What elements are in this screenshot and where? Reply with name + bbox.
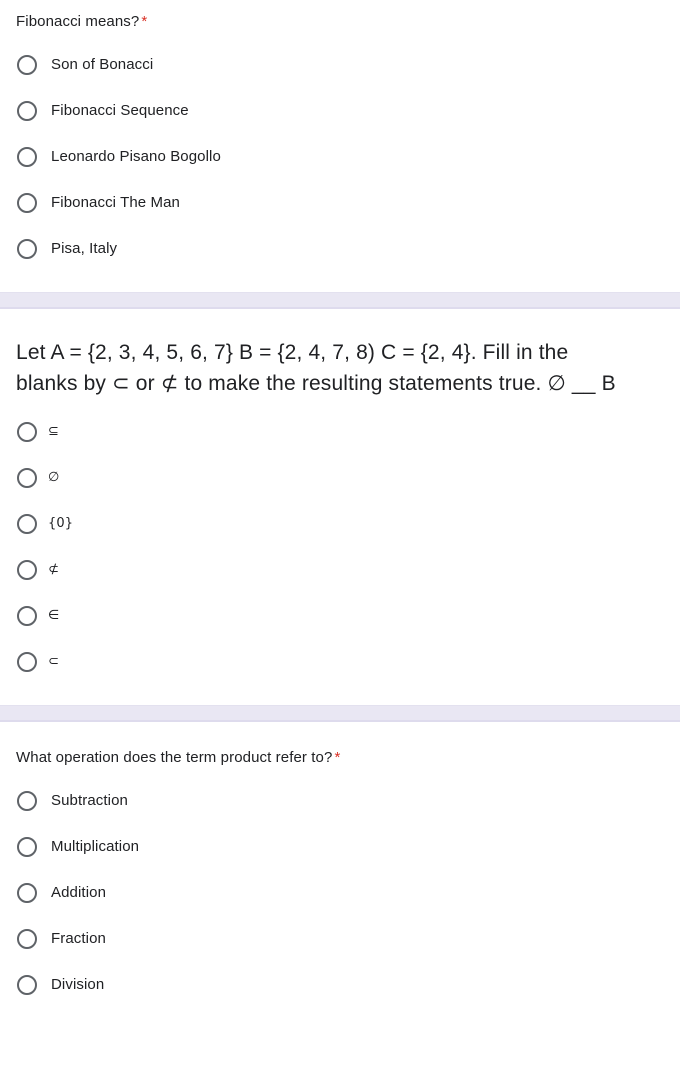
options-list: Subtraction Multiplication Addition Frac… <box>16 770 664 1008</box>
question-title: What operation does the term product ref… <box>16 736 664 770</box>
option-row[interactable]: Addition <box>16 870 664 916</box>
option-row[interactable]: Pisa, Italy <box>16 226 664 272</box>
question-title-line-1: Let A = {2, 3, 4, 5, 6, 7} B = {2, 4, 7,… <box>16 341 569 364</box>
question-title-line-2: blanks by ⊂ or ⊄ to make the resulting s… <box>16 372 616 395</box>
radio-button-icon[interactable] <box>17 652 37 672</box>
radio-button-icon[interactable] <box>17 193 37 213</box>
radio-button-icon[interactable] <box>17 560 37 580</box>
question-title: Let A = {2, 3, 4, 5, 6, 7} B = {2, 4, 7,… <box>16 323 664 401</box>
option-label: Pisa, Italy <box>51 240 118 257</box>
option-row[interactable]: Fibonacci The Man <box>16 180 664 226</box>
section-divider <box>0 705 680 722</box>
radio-button-icon[interactable] <box>17 929 37 949</box>
option-label: Multiplication <box>51 838 140 855</box>
required-asterisk: * <box>141 13 148 30</box>
radio-button-icon[interactable] <box>17 975 37 995</box>
option-label: ⊆ <box>48 424 59 439</box>
question-title: Fibonacci means? * <box>16 0 664 34</box>
question-block-set-subset-blanks: Let A = {2, 3, 4, 5, 6, 7} B = {2, 4, 7,… <box>0 323 680 685</box>
option-row[interactable]: ⊆ <box>16 409 664 455</box>
option-row[interactable]: ⊄ <box>16 547 664 593</box>
option-label: Fraction <box>51 930 106 947</box>
option-label: {0} <box>48 516 74 531</box>
question-title-text: Fibonacci means? <box>16 13 140 30</box>
radio-button-icon[interactable] <box>17 55 37 75</box>
question-block-product-operation: What operation does the term product ref… <box>0 736 680 1008</box>
option-label: ⊂ <box>48 654 59 669</box>
radio-button-icon[interactable] <box>17 239 37 259</box>
option-row[interactable]: Son of Bonacci <box>16 42 664 88</box>
radio-button-icon[interactable] <box>17 101 37 121</box>
option-label: Division <box>51 976 105 993</box>
option-row[interactable]: Subtraction <box>16 778 664 824</box>
radio-button-icon[interactable] <box>17 514 37 534</box>
google-form-page: Fibonacci means? * Son of Bonacci Fibonac… <box>0 0 680 1069</box>
option-label: Fibonacci The Man <box>51 194 180 211</box>
option-row[interactable]: {0} <box>16 501 664 547</box>
radio-button-icon[interactable] <box>17 422 37 442</box>
question-block-fibonacci-means: Fibonacci means? * Son of Bonacci Fibonac… <box>0 0 680 272</box>
option-row[interactable]: Multiplication <box>16 824 664 870</box>
option-label: ∈ <box>48 608 60 623</box>
option-row[interactable]: Fibonacci Sequence <box>16 88 664 134</box>
required-asterisk: * <box>334 749 341 766</box>
radio-button-icon[interactable] <box>17 468 37 488</box>
question-title-text: What operation does the term product ref… <box>16 749 333 766</box>
section-divider <box>0 292 680 309</box>
option-label: Subtraction <box>51 792 128 809</box>
options-list: ⊆ ∅ {0} ⊄ ∈ ⊂ <box>16 401 664 685</box>
option-label: Fibonacci Sequence <box>51 102 189 119</box>
radio-button-icon[interactable] <box>17 837 37 857</box>
option-row[interactable]: Leonardo Pisano Bogollo <box>16 134 664 180</box>
option-row[interactable]: ∈ <box>16 593 664 639</box>
option-label: ∅ <box>48 470 60 485</box>
radio-button-icon[interactable] <box>17 883 37 903</box>
radio-button-icon[interactable] <box>17 147 37 167</box>
option-label: Leonardo Pisano Bogollo <box>51 148 221 165</box>
option-label: ⊄ <box>48 562 59 577</box>
option-row[interactable]: ∅ <box>16 455 664 501</box>
option-row[interactable]: ⊂ <box>16 639 664 685</box>
options-list: Son of Bonacci Fibonacci Sequence Leonar… <box>16 34 664 272</box>
option-row[interactable]: Fraction <box>16 916 664 962</box>
option-row[interactable]: Division <box>16 962 664 1008</box>
radio-button-icon[interactable] <box>17 606 37 626</box>
option-label: Addition <box>51 884 107 901</box>
option-label: Son of Bonacci <box>51 56 154 73</box>
radio-button-icon[interactable] <box>17 791 37 811</box>
